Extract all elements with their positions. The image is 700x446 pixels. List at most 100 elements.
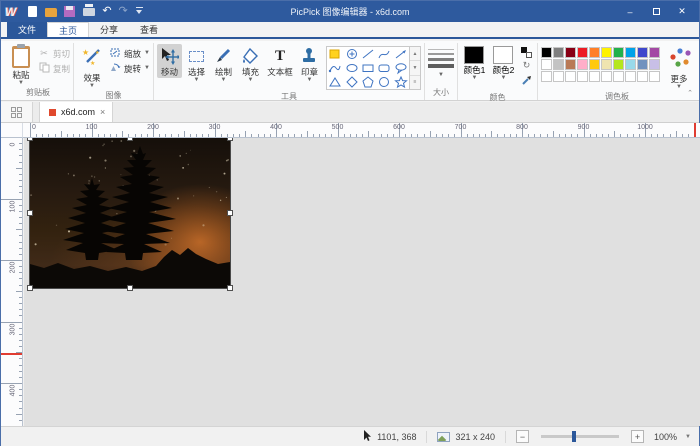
resize-button[interactable]: 缩放 ▼ (109, 47, 150, 60)
new-file-icon[interactable] (26, 6, 38, 18)
palette-empty-slot[interactable] (589, 71, 600, 82)
palette-swatch[interactable] (577, 59, 588, 70)
redo-icon[interactable]: ↷ (119, 6, 128, 17)
palette-swatch[interactable] (601, 59, 612, 70)
effects-button[interactable]: ★★★ 效果 ▼ (77, 44, 107, 89)
undo-icon[interactable]: ↶ (102, 6, 111, 17)
palette-empty-slot[interactable] (625, 71, 636, 82)
palette-swatch[interactable] (637, 59, 648, 70)
shape-star-icon[interactable] (393, 75, 409, 89)
palette-swatch[interactable] (565, 59, 576, 70)
selection-handle-bl[interactable] (27, 285, 33, 291)
color2-button[interactable]: 颜色2 ▼ (490, 44, 517, 81)
gallery-more-icon[interactable]: ≡ (410, 76, 420, 89)
palette-swatch[interactable] (553, 47, 564, 58)
shape-rectangle-icon[interactable] (360, 61, 376, 75)
minimize-button[interactable]: – (617, 2, 643, 21)
selection-handle-ml[interactable] (27, 210, 33, 216)
gallery-down-icon[interactable]: ▼ (410, 61, 420, 75)
reset-colors-icon[interactable]: ↻ (523, 61, 531, 70)
palette-empty-slot[interactable] (541, 71, 552, 82)
palette-swatch[interactable] (553, 59, 564, 70)
tab-file[interactable]: 文件 (7, 22, 47, 37)
paste-button[interactable]: 粘贴 ▼ (6, 44, 36, 86)
swap-colors-icon[interactable] (521, 47, 532, 58)
palette-empty-slot[interactable] (601, 71, 612, 82)
shape-magnifier-icon[interactable] (343, 47, 359, 61)
rotate-button[interactable]: 旋转 ▼ (109, 62, 150, 75)
open-folder-icon[interactable] (45, 6, 57, 18)
tab-home[interactable]: 主页 (47, 22, 89, 37)
gallery-up-icon[interactable]: ▲ (410, 47, 420, 61)
palette-empty-slot[interactable] (649, 71, 660, 82)
palette-empty-slot[interactable] (637, 71, 648, 82)
maximize-button[interactable] (643, 2, 669, 21)
zoom-slider-thumb[interactable] (572, 431, 576, 442)
selection-handle-mr[interactable] (227, 210, 233, 216)
stamp-tool-button[interactable]: 印章 ▼ (297, 44, 322, 83)
shape-polyline-icon[interactable] (327, 61, 343, 75)
more-colors-button[interactable]: 更多 ▼ (665, 44, 693, 90)
selection-handle-br[interactable] (227, 285, 233, 291)
cut-button[interactable]: ✂ 剪切 (38, 47, 70, 60)
shape-curve-icon[interactable] (376, 47, 392, 61)
select-tool-button[interactable]: 选择 ▼ (184, 44, 209, 83)
palette-swatch[interactable] (589, 59, 600, 70)
palette-empty-slot[interactable] (553, 71, 564, 82)
palette-swatch[interactable] (649, 59, 660, 70)
tab-close-icon[interactable]: × (100, 107, 105, 117)
palette-empty-slot[interactable] (577, 71, 588, 82)
palette-swatch[interactable] (625, 47, 636, 58)
tab-view[interactable]: 查看 (129, 22, 169, 37)
zoom-in-button[interactable]: + (631, 430, 644, 443)
close-button[interactable]: ✕ (669, 2, 695, 21)
draw-tool-button[interactable]: 绘制 ▼ (211, 44, 236, 83)
window-layout-button[interactable] (1, 102, 33, 122)
zoom-level[interactable]: 100% ▼ (654, 432, 691, 442)
selection-handle-tr[interactable] (227, 138, 233, 141)
selection-handle-tm[interactable] (127, 138, 133, 141)
tab-share[interactable]: 分享 (89, 22, 129, 37)
shape-arrow-line-icon[interactable] (393, 47, 409, 61)
palette-empty-slot[interactable] (565, 71, 576, 82)
palette-swatch[interactable] (541, 59, 552, 70)
shape-line-icon[interactable] (360, 47, 376, 61)
zoom-out-button[interactable]: − (516, 430, 529, 443)
fill-tool-button[interactable]: 填充 ▼ (238, 44, 263, 83)
selection-handle-tl[interactable] (27, 138, 33, 141)
palette-swatch[interactable] (649, 47, 660, 58)
palette-swatch[interactable] (613, 47, 624, 58)
palette-swatch[interactable] (625, 59, 636, 70)
print-icon[interactable] (83, 6, 95, 18)
shape-rounded-rectangle-icon[interactable] (376, 61, 392, 75)
collapse-ribbon-icon[interactable]: ⌃ (687, 89, 693, 97)
palette-swatch[interactable] (613, 59, 624, 70)
palette-swatch[interactable] (589, 47, 600, 58)
shape-ellipse-icon[interactable] (343, 61, 359, 75)
eyedropper-icon[interactable] (521, 73, 532, 91)
selection-handle-bm[interactable] (127, 285, 133, 291)
palette-swatch[interactable] (577, 47, 588, 58)
selected-image[interactable] (30, 138, 230, 288)
shape-pentagon-icon[interactable] (360, 75, 376, 89)
line-size-icon[interactable] (428, 44, 454, 68)
palette-swatch[interactable] (565, 47, 576, 58)
shape-callout-icon[interactable] (393, 61, 409, 75)
save-icon[interactable] (64, 6, 76, 18)
palette-swatch[interactable] (637, 47, 648, 58)
shape-diamond-icon[interactable] (343, 75, 359, 89)
shape-triangle-icon[interactable] (327, 75, 343, 89)
document-tab[interactable]: x6d.com × (39, 102, 113, 122)
move-tool-button[interactable]: 移动 (157, 44, 182, 78)
palette-swatch[interactable] (601, 47, 612, 58)
palette-empty-slot[interactable] (613, 71, 624, 82)
palette-swatch[interactable] (541, 47, 552, 58)
canvas-area[interactable] (24, 138, 700, 426)
color1-button[interactable]: 颜色1 ▼ (461, 44, 488, 81)
qat-dropdown-icon[interactable] (135, 7, 144, 16)
textbox-tool-button[interactable]: T 文本框 (265, 44, 295, 78)
shape-circle-icon[interactable] (376, 75, 392, 89)
zoom-slider[interactable] (541, 435, 619, 438)
shape-highlight-square-icon[interactable] (327, 47, 343, 61)
copy-button[interactable]: 复制 (38, 62, 70, 75)
